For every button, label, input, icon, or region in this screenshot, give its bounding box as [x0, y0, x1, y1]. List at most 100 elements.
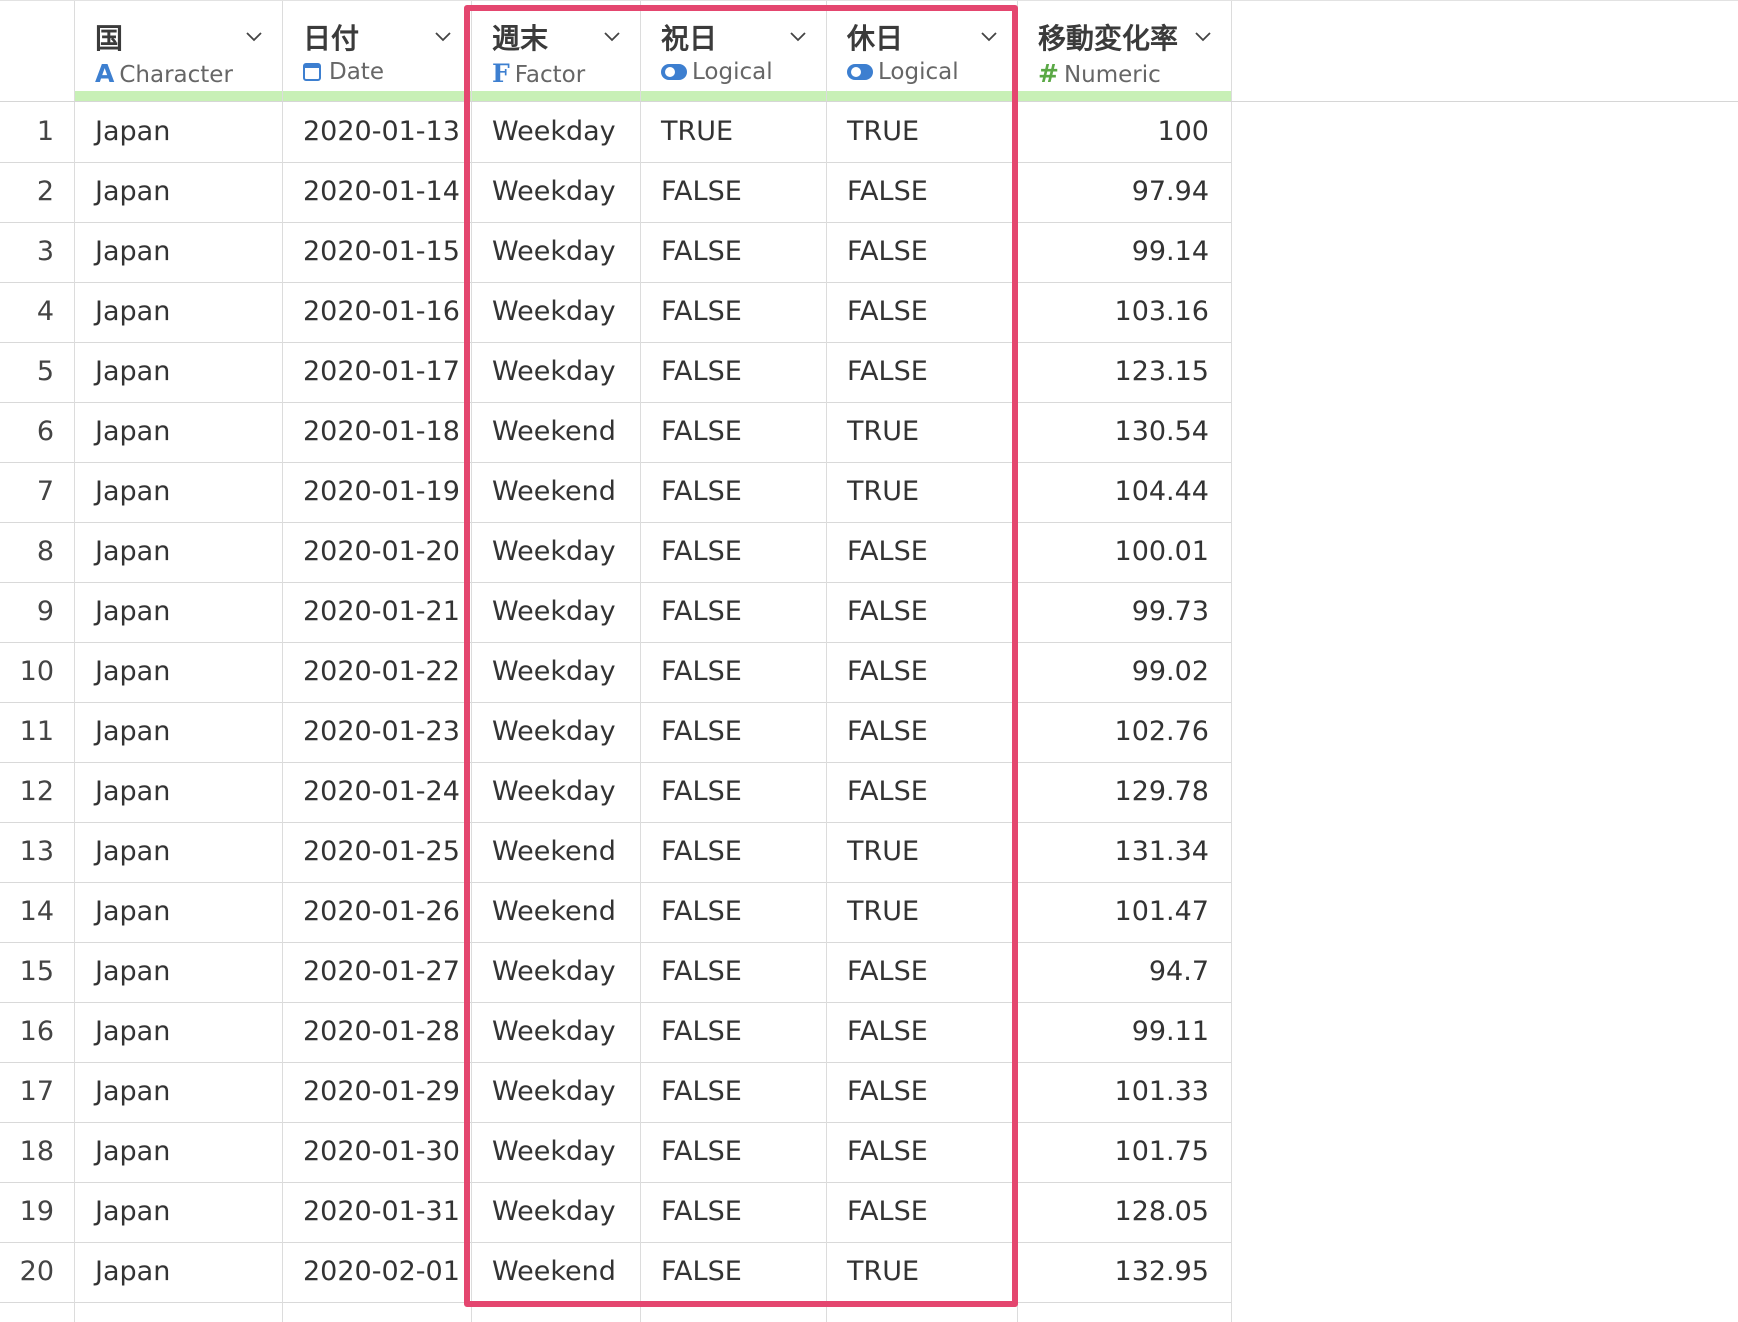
table-cell[interactable]: 2020-01-23 [283, 702, 472, 762]
table-cell[interactable]: 101.75 [1018, 1122, 1232, 1182]
table-cell[interactable]: 2020-01-16 [283, 282, 472, 342]
table-row[interactable]: 4 Japan 2020-01-16 Weekday FALSE FALSE 103.16 [0, 282, 1232, 343]
table-row[interactable]: 12 Japan 2020-01-24 Weekday FALSE FALSE 129.78 [0, 762, 1232, 823]
table-row[interactable]: 11 Japan 2020-01-23 Weekday FALSE FALSE 102.76 [0, 702, 1232, 763]
table-cell[interactable]: Japan [75, 1182, 283, 1242]
table-cell[interactable]: FALSE [827, 1002, 1018, 1062]
table-cell[interactable]: Weekday [472, 1062, 641, 1122]
table-cell[interactable]: 129.78 [1018, 762, 1232, 822]
table-cell[interactable]: FALSE [827, 642, 1018, 702]
table-cell[interactable]: 2020-01-30 [283, 1122, 472, 1182]
table-cell[interactable]: Weekday [472, 342, 641, 402]
table-cell[interactable]: FALSE [827, 342, 1018, 402]
table-cell[interactable]: 2020-01-28 [283, 1002, 472, 1062]
table-cell[interactable]: FALSE [641, 1242, 827, 1302]
table-row[interactable]: 13 Japan 2020-01-25 Weekend FALSE TRUE 131.34 [0, 822, 1232, 883]
column-header-3[interactable]: 週末 F Factor [472, 1, 641, 101]
table-cell[interactable]: FALSE [827, 282, 1018, 342]
table-row[interactable]: 15 Japan 2020-01-27 Weekday FALSE FALSE 94.7 [0, 942, 1232, 1003]
table-cell[interactable]: FALSE [641, 762, 827, 822]
column-header-2[interactable]: 日付 Date [283, 1, 472, 101]
table-cell[interactable]: FALSE [641, 582, 827, 642]
table-cell[interactable]: 2020-01-25 [283, 822, 472, 882]
table-cell[interactable]: FALSE [827, 1062, 1018, 1122]
table-cell[interactable]: Weekday [472, 1002, 641, 1062]
table-cell[interactable]: FALSE [641, 282, 827, 342]
table-cell[interactable]: Japan [75, 342, 283, 402]
table-cell[interactable]: FALSE [641, 822, 827, 882]
table-cell[interactable]: 100 [1018, 102, 1232, 162]
table-cell[interactable]: TRUE [827, 882, 1018, 942]
table-cell[interactable]: Japan [75, 702, 283, 762]
table-cell[interactable]: Weekday [472, 942, 641, 1002]
table-cell[interactable]: Weekday [472, 162, 641, 222]
table-cell[interactable]: 2020-01-18 [283, 402, 472, 462]
table-cell[interactable]: Weekday [472, 642, 641, 702]
column-header-6[interactable]: 移動変化率 # Numeric [1018, 1, 1232, 101]
table-cell[interactable]: 99.02 [1018, 642, 1232, 702]
column-header-1[interactable]: 国 A Character [75, 1, 283, 101]
table-cell[interactable]: 2020-01-24 [283, 762, 472, 822]
table-row[interactable]: 8 Japan 2020-01-20 Weekday FALSE FALSE 100.01 [0, 522, 1232, 583]
table-cell[interactable]: 123.15 [1018, 342, 1232, 402]
table-cell[interactable]: 2020-01-22 [283, 642, 472, 702]
table-cell[interactable]: 103.16 [1018, 282, 1232, 342]
table-cell[interactable]: FALSE [641, 1122, 827, 1182]
table-cell[interactable]: Japan [75, 1122, 283, 1182]
table-cell[interactable]: FALSE [827, 582, 1018, 642]
table-row[interactable]: 19 Japan 2020-01-31 Weekday FALSE FALSE 128.05 [0, 1182, 1232, 1243]
table-cell[interactable]: 2020-01-31 [283, 1182, 472, 1242]
table-cell[interactable]: FALSE [641, 642, 827, 702]
table-cell[interactable]: 2020-01-17 [283, 342, 472, 402]
table-row[interactable]: 1 Japan 2020-01-13 Weekday TRUE TRUE 100 [0, 102, 1232, 163]
table-cell[interactable]: TRUE [827, 102, 1018, 162]
table-cell[interactable]: TRUE [827, 402, 1018, 462]
chevron-down-icon[interactable] [790, 29, 806, 45]
table-cell[interactable]: FALSE [641, 402, 827, 462]
table-cell[interactable]: FALSE [641, 522, 827, 582]
table-cell[interactable]: FALSE [827, 522, 1018, 582]
table-cell[interactable]: Japan [75, 1242, 283, 1302]
table-cell[interactable]: 99.11 [1018, 1002, 1232, 1062]
table-cell[interactable]: Weekday [472, 522, 641, 582]
table-cell[interactable]: 94.7 [1018, 942, 1232, 1002]
chevron-down-icon[interactable] [604, 29, 620, 45]
table-cell[interactable]: Weekend [472, 882, 641, 942]
table-cell[interactable]: FALSE [827, 942, 1018, 1002]
table-cell[interactable]: TRUE [827, 1242, 1018, 1302]
table-cell[interactable]: 101.33 [1018, 1062, 1232, 1122]
table-row[interactable]: 6 Japan 2020-01-18 Weekend FALSE TRUE 130.54 [0, 402, 1232, 463]
table-row[interactable]: 2 Japan 2020-01-14 Weekday FALSE FALSE 97.94 [0, 162, 1232, 223]
table-cell[interactable]: TRUE [827, 822, 1018, 882]
chevron-down-icon[interactable] [1195, 29, 1211, 45]
table-cell[interactable]: 101.47 [1018, 882, 1232, 942]
table-cell[interactable]: Weekday [472, 282, 641, 342]
table-cell[interactable]: Japan [75, 942, 283, 1002]
table-row[interactable]: 16 Japan 2020-01-28 Weekday FALSE FALSE 99.11 [0, 1002, 1232, 1063]
table-cell[interactable]: FALSE [641, 1182, 827, 1242]
table-cell[interactable]: Weekend [472, 462, 641, 522]
table-cell[interactable]: 2020-01-27 [283, 942, 472, 1002]
table-cell[interactable]: 2020-01-14 [283, 162, 472, 222]
table-cell[interactable]: Japan [75, 822, 283, 882]
table-cell[interactable]: Japan [75, 162, 283, 222]
table-cell[interactable]: FALSE [827, 762, 1018, 822]
table-cell[interactable]: 131.34 [1018, 822, 1232, 882]
column-header-5[interactable]: 休日 Logical [827, 1, 1018, 101]
table-cell[interactable]: 2020-01-15 [283, 222, 472, 282]
table-cell[interactable]: Weekend [472, 402, 641, 462]
table-cell[interactable]: FALSE [827, 162, 1018, 222]
table-row[interactable]: 17 Japan 2020-01-29 Weekday FALSE FALSE 101.33 [0, 1062, 1232, 1123]
table-cell[interactable]: Japan [75, 582, 283, 642]
table-cell[interactable]: 2020-01-13 [283, 102, 472, 162]
table-cell[interactable]: Weekday [472, 222, 641, 282]
table-cell[interactable]: FALSE [827, 702, 1018, 762]
table-cell[interactable]: 99.14 [1018, 222, 1232, 282]
table-row[interactable]: 18 Japan 2020-01-30 Weekday FALSE FALSE 101.75 [0, 1122, 1232, 1183]
table-cell[interactable]: 99.73 [1018, 582, 1232, 642]
table-cell[interactable]: Japan [75, 1062, 283, 1122]
table-cell[interactable]: Japan [75, 102, 283, 162]
table-cell[interactable]: Weekend [472, 1242, 641, 1302]
table-cell[interactable]: Weekday [472, 702, 641, 762]
table-cell[interactable]: Weekday [472, 582, 641, 642]
